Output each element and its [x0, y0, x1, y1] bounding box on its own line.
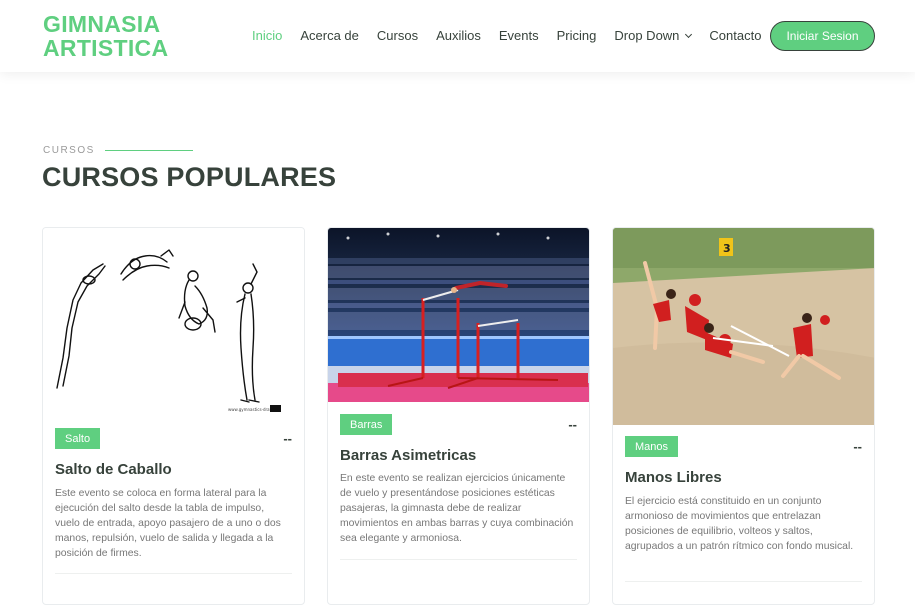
main-nav: Inicio Acerca de Cursos Auxilios Events … [252, 28, 779, 43]
course-description: Este evento se coloca en forma lateral p… [55, 488, 281, 559]
section-label: CURSOS [43, 145, 193, 156]
nav-drop-down[interactable]: Drop Down [614, 28, 693, 43]
course-price: -- [853, 439, 862, 454]
course-price: -- [568, 417, 577, 432]
course-title[interactable]: Salto de Caballo [55, 461, 172, 478]
course-title[interactable]: Barras Asimetricas [340, 447, 476, 464]
vault-sequence-illustration: www.gymnastics-drawings [43, 228, 304, 418]
nav-drop-down-label: Drop Down [614, 28, 680, 43]
course-card-barras[interactable]: Barras -- Barras Asimetricas En este eve… [327, 227, 590, 605]
rhythmic-gymnastics-photo: 3 [613, 228, 874, 425]
nav-auxilios[interactable]: Auxilios [436, 28, 481, 43]
card-divider [55, 573, 292, 574]
brand-line-2: ARTISTICA [43, 35, 169, 61]
section-label-text: CURSOS [43, 145, 95, 156]
uneven-bars-photo [328, 228, 589, 402]
course-badge: Barras [340, 414, 393, 435]
card-divider [340, 559, 577, 560]
brand-logo[interactable]: GIMNASIA ARTISTICA [43, 12, 168, 60]
course-title[interactable]: Manos Libres [625, 469, 722, 486]
course-card-salto[interactable]: www.gymnastics-drawings Salto -- Salto d… [42, 227, 305, 605]
card-divider [625, 581, 862, 582]
course-badge: Manos [625, 436, 679, 457]
site-header: GIMNASIA ARTISTICA Inicio Acerca de Curs… [0, 0, 915, 72]
nav-inicio[interactable]: Inicio [252, 28, 282, 43]
nav-acerca-de[interactable]: Acerca de [300, 28, 359, 43]
chevron-down-icon [685, 30, 693, 38]
nav-events[interactable]: Events [499, 28, 539, 43]
login-button[interactable]: Iniciar Sesion [770, 21, 875, 51]
brand-line-1: GIMNASIA [43, 11, 161, 37]
nav-cursos[interactable]: Cursos [377, 28, 418, 43]
nav-contacto[interactable]: Contacto [709, 28, 761, 43]
course-description: El ejercicio está constituido en un conj… [625, 496, 854, 552]
course-price: -- [283, 431, 292, 446]
course-badge: Salto [55, 428, 101, 449]
nav-pricing[interactable]: Pricing [557, 28, 597, 43]
course-card-manos[interactable]: 3 Manos -- Manos Libres El ejercicio est… [612, 227, 875, 605]
course-description: En este evento se realizan ejercicios ún… [340, 473, 574, 544]
svg-text:3: 3 [723, 242, 731, 255]
section-title: CURSOS POPULARES [42, 162, 337, 192]
section-label-divider [104, 150, 193, 151]
